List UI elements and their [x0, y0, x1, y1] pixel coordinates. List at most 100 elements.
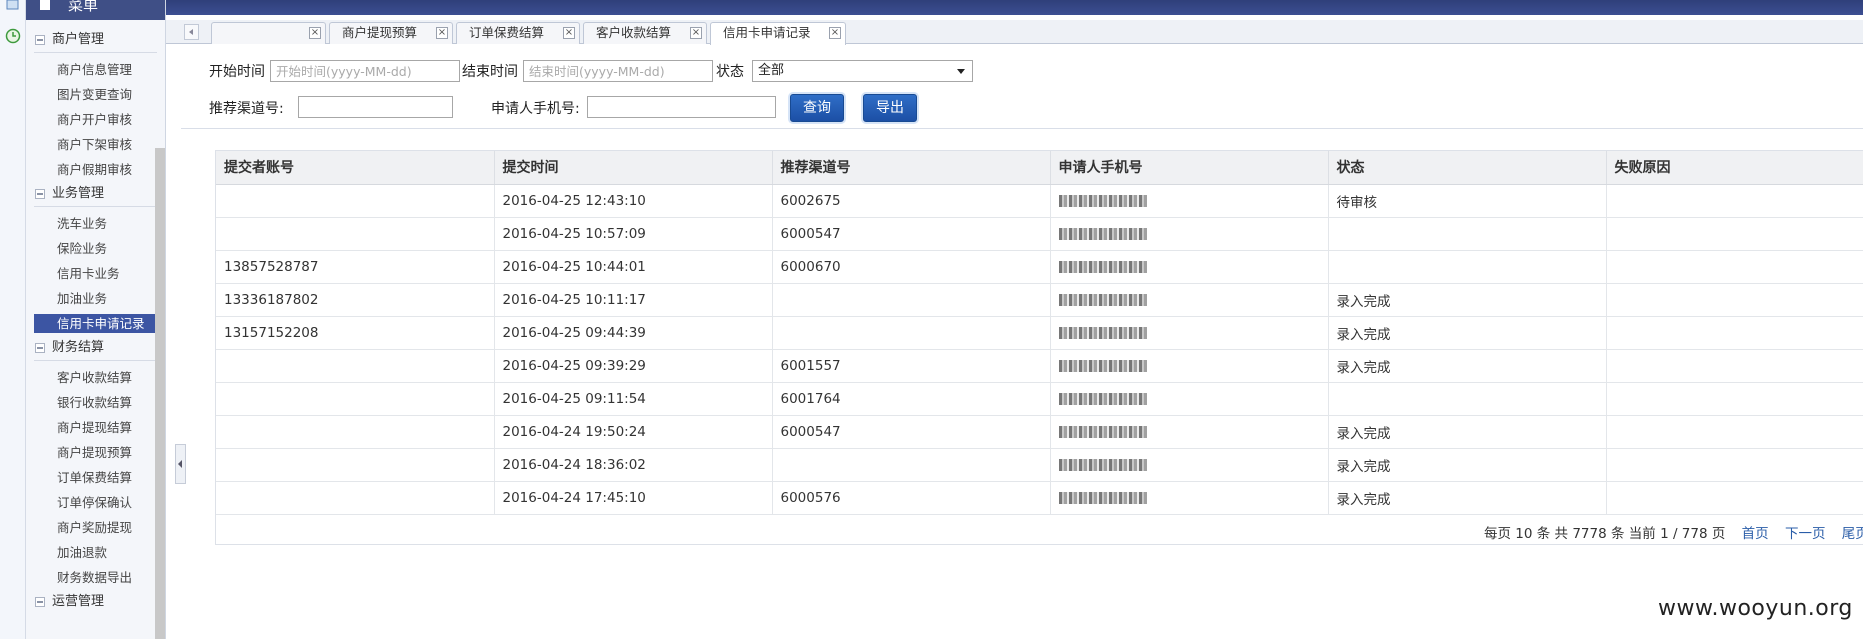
sidebar-item[interactable]: 订单保费结算: [26, 465, 165, 490]
tab-merchant-withdraw-budget[interactable]: 商户提现预算 ×: [329, 22, 453, 44]
sidebar-item[interactable]: 洗车业务: [26, 211, 165, 236]
sidebar-item[interactable]: 客户收款结算: [26, 365, 165, 390]
cell-text: 2016-04-24 19:50:24: [502, 423, 646, 440]
table-cell: [1606, 250, 1863, 284]
close-icon[interactable]: ×: [309, 27, 321, 39]
close-icon[interactable]: ×: [690, 27, 702, 39]
cell-text: 2016-04-24 17:45:10: [502, 489, 646, 506]
cell-text: 2016-04-25 09:44:39: [502, 324, 646, 341]
document-icon[interactable]: [5, 0, 21, 16]
sidebar-group-header[interactable]: 财务结算: [26, 338, 165, 358]
cell-text: 6000670: [780, 258, 841, 275]
cell-text: 6000547: [780, 423, 841, 440]
sidebar-item-active[interactable]: 信用卡申请记录: [26, 311, 165, 336]
channel-input[interactable]: [298, 96, 453, 118]
tab-customer-payment-settlement[interactable]: 客户收款结算 ×: [583, 22, 707, 44]
sidebar-scrollbar[interactable]: [155, 148, 165, 639]
cell-text: 2016-04-25 10:57:09: [502, 225, 646, 242]
sidebar-item-label: 商户提现预算: [57, 445, 133, 460]
clock-icon[interactable]: [5, 28, 21, 44]
sidebar-item-label: 保险业务: [57, 241, 108, 256]
tab-label: 信用卡申请记录: [723, 25, 811, 40]
table-cell: [216, 415, 495, 449]
end-time-label: 结束时间: [462, 64, 518, 80]
column-header[interactable]: 申请人手机号: [1050, 151, 1329, 185]
collapse-icon[interactable]: [35, 189, 45, 199]
export-button[interactable]: 导出: [863, 94, 917, 122]
table-row[interactable]: 2016-04-25 09:11:54 6001764: [216, 382, 1863, 416]
masked-phone: [1058, 425, 1147, 438]
sidebar-item-label: 信用卡业务: [57, 266, 120, 281]
sidebar-item[interactable]: 商户提现结算: [26, 415, 165, 440]
close-icon[interactable]: ×: [436, 27, 448, 39]
column-header[interactable]: 提交者账号: [216, 151, 495, 185]
table-cell: [1606, 382, 1863, 416]
sidebar-item[interactable]: 商户奖励提现: [26, 515, 165, 540]
end-time-input[interactable]: [523, 60, 713, 82]
sidebar-collapse-handle[interactable]: [175, 444, 186, 484]
search-button[interactable]: 查询: [790, 94, 844, 122]
column-header[interactable]: 提交时间: [494, 151, 773, 185]
tab-order-premium-settlement[interactable]: 订单保费结算 ×: [456, 22, 580, 44]
first-page-link[interactable]: 首页: [1742, 526, 1769, 542]
tab-blank[interactable]: ×: [211, 22, 326, 44]
tab-scroll-left-icon[interactable]: [184, 24, 199, 40]
sidebar-item[interactable]: 加油业务: [26, 286, 165, 311]
cell-text: 13157152208: [224, 324, 319, 341]
cell-text: 6001764: [780, 390, 841, 407]
sidebar-item[interactable]: 银行收款结算: [26, 390, 165, 415]
cell-text: 6000547: [780, 225, 841, 242]
last-page-link[interactable]: 尾页: [1842, 526, 1863, 542]
sidebar-group-header[interactable]: 运营管理: [26, 592, 165, 612]
sidebar-item[interactable]: 商户信息管理: [26, 57, 165, 82]
sidebar-item[interactable]: 保险业务: [26, 236, 165, 261]
sidebar-item[interactable]: 商户提现预算: [26, 440, 165, 465]
collapse-icon[interactable]: [35, 35, 45, 45]
column-header[interactable]: 失败原因: [1606, 151, 1863, 185]
table-row[interactable]: 2016-04-24 19:50:24 6000547 录入完成: [216, 415, 1863, 449]
records-table: 提交者账号 提交时间 推荐渠道号 申请人手机号 状态 失败原因 2016-04-…: [215, 150, 1863, 545]
table-row[interactable]: 13336187802 2016-04-25 10:11:17 录入完成: [216, 283, 1863, 317]
tab-credit-card-application-records[interactable]: 信用卡申请记录 ×: [710, 22, 846, 45]
sidebar-item[interactable]: 商户下架审核: [26, 132, 165, 157]
collapse-icon[interactable]: [35, 597, 45, 607]
table-cell: 2016-04-25 10:57:09: [494, 217, 773, 251]
sidebar-group-header[interactable]: 业务管理: [26, 184, 165, 204]
cell-text: 录入完成: [1336, 359, 1391, 376]
table-cell: [216, 349, 495, 383]
table-row[interactable]: 2016-04-25 10:57:09 6000547: [216, 217, 1863, 251]
sidebar-item[interactable]: 图片变更查询: [26, 82, 165, 107]
table-row[interactable]: 2016-04-24 18:36:02 录入完成: [216, 448, 1863, 482]
table-cell: 2016-04-25 10:44:01: [494, 250, 773, 284]
table-row[interactable]: 13857528787 2016-04-25 10:44:01 6000670: [216, 250, 1863, 284]
table-cell: [1050, 415, 1329, 449]
masked-phone: [1058, 392, 1147, 405]
table-header-row: 提交者账号 提交时间 推荐渠道号 申请人手机号 状态 失败原因: [216, 151, 1863, 185]
table-row[interactable]: 2016-04-24 17:45:10 6000576 录入完成: [216, 481, 1863, 515]
column-header[interactable]: 状态: [1328, 151, 1607, 185]
cell-text: 6002675: [780, 192, 841, 209]
sidebar-item[interactable]: 加油退款: [26, 540, 165, 565]
sidebar-item[interactable]: 订单停保确认: [26, 490, 165, 515]
sidebar-group-header[interactable]: 商户管理: [26, 30, 165, 50]
status-select[interactable]: 全部: [752, 60, 973, 82]
sidebar-item[interactable]: 商户开户审核: [26, 107, 165, 132]
sidebar-item[interactable]: 财务数据导出: [26, 565, 165, 590]
phone-input[interactable]: [587, 96, 776, 118]
sidebar-group-label: 业务管理: [52, 186, 105, 201]
sidebar-item-label: 订单停保确认: [57, 495, 133, 510]
sidebar-item[interactable]: 商户假期审核: [26, 157, 165, 182]
start-time-input[interactable]: [270, 60, 460, 82]
close-icon[interactable]: ×: [563, 27, 575, 39]
table-cell: 2016-04-25 09:39:29: [494, 349, 773, 383]
table-row[interactable]: 2016-04-25 12:43:10 6002675 待审核: [216, 184, 1863, 218]
collapse-icon[interactable]: [35, 343, 45, 353]
table-row[interactable]: 2016-04-25 09:39:29 6001557 录入完成: [216, 349, 1863, 383]
next-page-link[interactable]: 下一页: [1785, 526, 1826, 542]
column-header[interactable]: 推荐渠道号: [772, 151, 1051, 185]
table-row[interactable]: 13157152208 2016-04-25 09:44:39 录入完成: [216, 316, 1863, 350]
cell-text: 录入完成: [1336, 425, 1391, 442]
left-icon-strip: [0, 0, 26, 639]
close-icon[interactable]: ×: [829, 27, 841, 39]
sidebar-item[interactable]: 信用卡业务: [26, 261, 165, 286]
